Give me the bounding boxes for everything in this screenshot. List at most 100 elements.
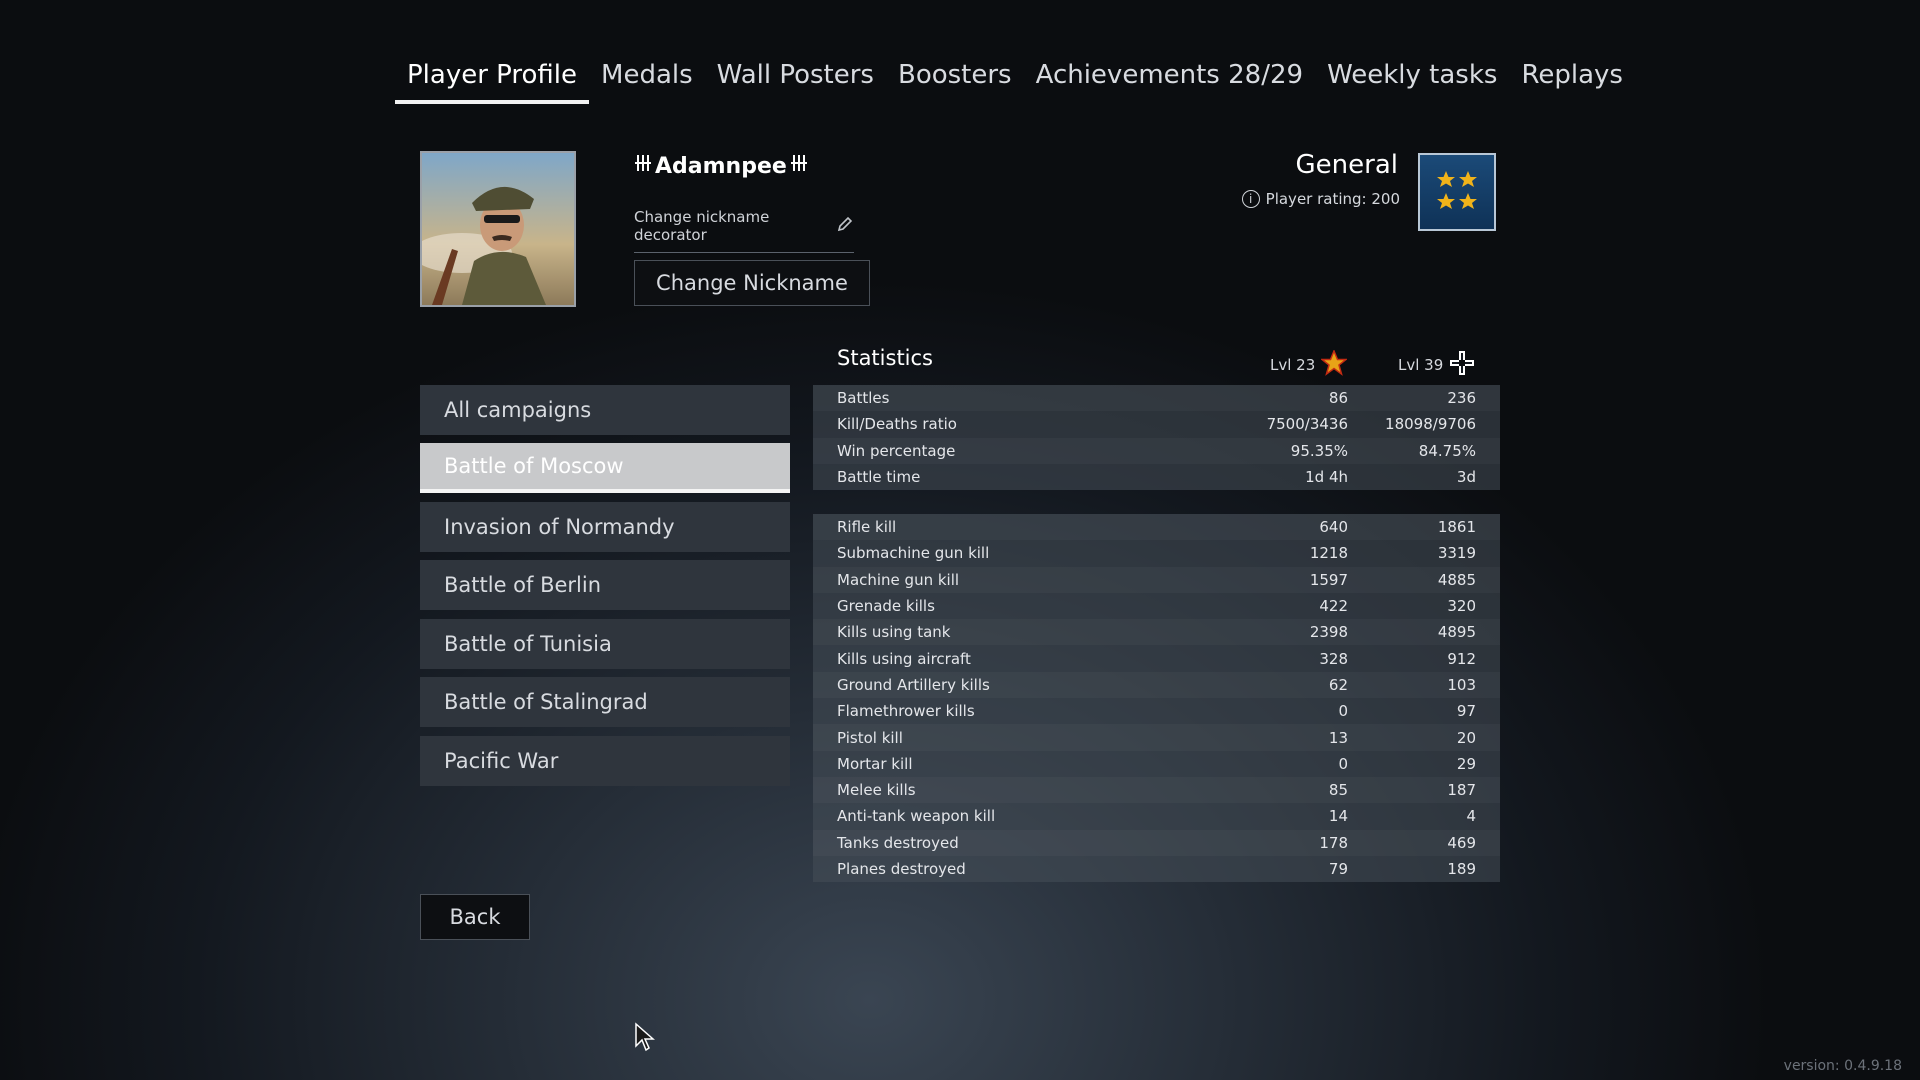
campaign-battle-of-stalingrad[interactable]: Battle of Stalingrad	[420, 677, 790, 727]
change-nickname-decorator-link[interactable]: Change nickname decorator	[634, 208, 854, 253]
stat-label: Anti-tank weapon kill	[837, 807, 996, 826]
stat-value-col1: 640	[1319, 518, 1348, 537]
stat-value-col1: 7500/3436	[1266, 415, 1348, 434]
nickname-decorator-left-icon	[634, 153, 652, 179]
stat-value-col2: 469	[1447, 833, 1476, 852]
tab-player-profile[interactable]: Player Profile	[395, 54, 590, 104]
stat-label: Kills using aircraft	[837, 649, 971, 668]
stat-label: Kill/Deaths ratio	[837, 415, 957, 434]
stat-value-col1: 178	[1319, 833, 1348, 852]
stat-value-col2: 4895	[1437, 623, 1476, 642]
table-row: Kill/Deaths ratio 7500/3436 18098/9706	[813, 411, 1500, 437]
rank-badge-icon	[1418, 153, 1496, 231]
stat-label: Rifle kill	[837, 518, 897, 537]
stat-label: Melee kills	[837, 781, 916, 800]
tab-achievements[interactable]: Achievements 28/29	[1024, 54, 1315, 104]
table-row: Tanks destroyed 178 469	[813, 830, 1500, 856]
table-row: Flamethrower kills 0 97	[813, 698, 1500, 724]
stat-label: Mortar kill	[837, 754, 913, 773]
stat-value-col2: 20	[1456, 728, 1476, 747]
table-row: Anti-tank weapon kill 14 4	[813, 803, 1500, 829]
table-row: Battles 86 236	[813, 385, 1500, 411]
campaign-invasion-of-normandy[interactable]: Invasion of Normandy	[420, 502, 790, 552]
table-row: Kills using tank 2398 4895	[813, 619, 1500, 645]
campaign-pacific-war[interactable]: Pacific War	[420, 736, 790, 786]
avatar[interactable]	[420, 151, 576, 307]
nickname-text: Adamnpee	[655, 153, 787, 179]
top-tab-bar: Player Profile Medals Wall Posters Boost…	[395, 54, 1635, 104]
player-rating-text: Player rating: 200	[1265, 190, 1400, 208]
level-col2: Lvl 39	[1398, 350, 1475, 380]
table-row: Planes destroyed 79 189	[813, 856, 1500, 882]
stat-label: Planes destroyed	[837, 860, 966, 878]
star-icon	[1320, 349, 1349, 380]
table-row: Ground Artillery kills 62 103	[813, 672, 1500, 698]
mouse-cursor-icon	[634, 1022, 656, 1056]
campaign-battle-of-moscow[interactable]: Battle of Moscow	[420, 443, 790, 493]
stat-value-col1: 1597	[1309, 570, 1348, 589]
campaign-battle-of-tunisia[interactable]: Battle of Tunisia	[420, 619, 790, 669]
stat-value-col2: 3d	[1456, 468, 1476, 487]
stat-value-col2: 4	[1466, 807, 1476, 826]
stat-value-col2: 97	[1456, 702, 1476, 721]
level-col1: Lvl 23	[1270, 349, 1349, 380]
stat-label: Ground Artillery kills	[837, 675, 990, 694]
change-nickname-button[interactable]: Change Nickname	[634, 260, 870, 306]
info-icon[interactable]: i	[1241, 190, 1260, 208]
stat-label: Battle time	[837, 468, 921, 487]
stat-label: Pistol kill	[837, 728, 903, 747]
decorator-label: Change nickname decorator	[634, 208, 770, 244]
stat-value-col2: 189	[1447, 860, 1476, 878]
stat-value-col1: 1218	[1309, 544, 1348, 563]
stat-value-col1: 86	[1328, 389, 1348, 408]
stat-value-col2: 187	[1447, 781, 1476, 800]
stat-value-col2: 18098/9706	[1385, 415, 1476, 434]
tab-medals[interactable]: Medals	[589, 54, 705, 104]
stat-label: Machine gun kill	[837, 570, 960, 589]
stat-value-col2: 103	[1447, 675, 1476, 694]
pencil-icon	[836, 215, 854, 237]
stat-label: Kills using tank	[837, 623, 951, 642]
campaign-all-campaigns[interactable]: All campaigns	[420, 385, 790, 435]
tab-replays[interactable]: Replays	[1509, 54, 1635, 104]
table-row: Melee kills 85 187	[813, 777, 1500, 803]
avatar-soldier-image	[422, 153, 574, 305]
stat-value-col2: 29	[1456, 754, 1476, 773]
stat-value-col1: 95.35%	[1290, 441, 1348, 460]
stat-value-col1: 62	[1328, 675, 1348, 694]
stat-value-col1: 328	[1319, 649, 1348, 668]
stat-value-col2: 1861	[1437, 518, 1476, 537]
level-col1-text: Lvl 23	[1270, 356, 1316, 374]
stat-value-col1: 85	[1328, 781, 1348, 800]
stat-value-col2: 4885	[1437, 570, 1476, 589]
stat-value-col1: 13	[1328, 728, 1348, 747]
player-rating: i Player rating: 200	[1241, 190, 1400, 208]
cross-insignia-icon	[1449, 350, 1475, 380]
stat-value-col1: 422	[1319, 597, 1348, 616]
stat-value-col1: 14	[1328, 807, 1348, 826]
campaign-battle-of-berlin[interactable]: Battle of Berlin	[420, 560, 790, 610]
tab-wall-posters[interactable]: Wall Posters	[705, 54, 886, 104]
stat-value-col2: 3319	[1437, 544, 1476, 563]
stat-value-col1: 0	[1338, 702, 1348, 721]
nickname-decorator-right-icon	[790, 153, 808, 179]
table-row: Rifle kill 640 1861	[813, 514, 1500, 540]
table-row: Pistol kill 13 20	[813, 724, 1500, 750]
table-row: Submachine gun kill 1218 3319	[813, 540, 1500, 566]
player-nickname: Adamnpee	[634, 153, 808, 179]
tab-boosters[interactable]: Boosters	[886, 54, 1024, 104]
table-row: Grenade kills 422 320	[813, 593, 1500, 619]
stat-value-col1: 2398	[1309, 623, 1348, 642]
back-button[interactable]: Back	[420, 894, 530, 940]
stat-value-col1: 1d 4h	[1305, 468, 1348, 487]
stats-kills-table: Rifle kill 640 1861 Submachine gun kill 121…	[813, 514, 1500, 883]
stat-value-col2: 912	[1447, 649, 1476, 668]
tab-weekly-tasks[interactable]: Weekly tasks	[1315, 54, 1509, 104]
table-row: Mortar kill 0 29	[813, 751, 1500, 777]
stat-label: Battles	[837, 389, 890, 408]
stat-label: Win percentage	[837, 441, 956, 460]
stat-value-col2: 84.75%	[1418, 441, 1476, 460]
stat-value-col2: 320	[1447, 597, 1476, 616]
table-row: Kills using aircraft 328 912	[813, 645, 1500, 671]
stat-value-col1: 0	[1338, 754, 1348, 773]
